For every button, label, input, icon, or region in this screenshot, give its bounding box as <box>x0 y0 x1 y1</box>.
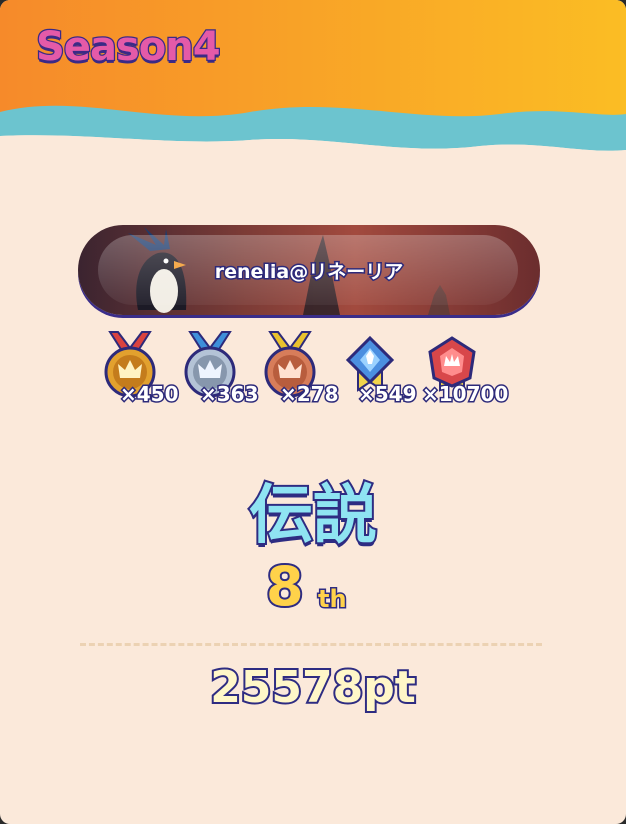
medal-count: ×10700 <box>420 381 509 408</box>
season-result-card: Season4 renelia@リネーリア ×450 ×363 ×278 ×54… <box>0 0 626 824</box>
score-points: 25578pt <box>208 660 418 715</box>
player-banner[interactable]: renelia@リネーリア <box>78 225 540 315</box>
rank-position: 8 <box>264 553 306 620</box>
medal-count: ×278 <box>279 381 340 408</box>
medal-row: ×450 ×363 ×278 ×549 ×10700 <box>100 330 530 410</box>
medal-count: ×549 <box>357 381 418 408</box>
medal-count: ×363 <box>199 381 260 408</box>
rank-title: 伝説 <box>247 477 379 555</box>
rank-suffix: th <box>317 584 349 615</box>
player-name: renelia@リネーリア <box>213 260 405 285</box>
season-title: Season4 <box>35 23 222 72</box>
medal-count: ×450 <box>119 381 180 408</box>
dashed-divider <box>80 643 542 646</box>
